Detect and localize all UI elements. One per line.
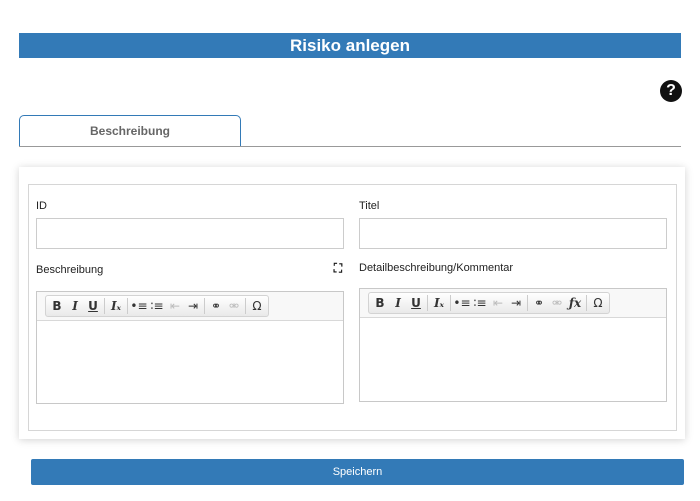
detail-editor: B I U Iₓ •≡ ∶≡ ⇤ ⇥ ⚭ ⚮ ƒx Ω xyxy=(359,288,667,402)
detail-editor-content[interactable] xyxy=(360,318,666,401)
toolbar-separator xyxy=(586,295,587,311)
tab-strip-divider xyxy=(19,146,681,147)
beschreibung-editor-content[interactable] xyxy=(37,321,343,403)
remove-format-button[interactable]: Iₓ xyxy=(430,294,448,312)
toolbar-separator xyxy=(245,298,246,314)
outdent-button[interactable]: ⇤ xyxy=(489,294,507,312)
titel-label: Titel xyxy=(359,200,380,212)
editor-toolbar: B I U Iₓ •≡ ∶≡ ⇤ ⇥ ⚭ ⚮ ƒx Ω xyxy=(360,289,666,318)
toolbar-group-format: B I U Iₓ •≡ ∶≡ ⇤ ⇥ ⚭ ⚮ Ω xyxy=(45,295,269,317)
bullet-list-button[interactable]: •≡ xyxy=(130,297,148,315)
unlink-button[interactable]: ⚮ xyxy=(225,297,243,315)
underline-button[interactable]: U xyxy=(84,297,102,315)
id-input[interactable] xyxy=(36,218,344,249)
special-char-button[interactable]: Ω xyxy=(248,297,266,315)
beschreibung-editor: B I U Iₓ •≡ ∶≡ ⇤ ⇥ ⚭ ⚮ Ω xyxy=(36,291,344,404)
numbered-list-button[interactable]: ∶≡ xyxy=(148,297,166,315)
detail-label: Detailbeschreibung/Kommentar xyxy=(359,262,514,274)
save-button[interactable]: Speichern xyxy=(31,459,684,485)
bullet-list-button[interactable]: •≡ xyxy=(453,294,471,312)
bold-button[interactable]: B xyxy=(371,294,389,312)
page-title: Risiko anlegen xyxy=(19,33,681,58)
expand-icon[interactable]: ⛶ xyxy=(331,261,345,275)
unlink-button[interactable]: ⚮ xyxy=(548,294,566,312)
toolbar-separator xyxy=(127,298,128,314)
toolbar-separator xyxy=(527,295,528,311)
italic-button[interactable]: I xyxy=(389,294,407,312)
toolbar-separator xyxy=(450,295,451,311)
toolbar-group-format: B I U Iₓ •≡ ∶≡ ⇤ ⇥ ⚭ ⚮ ƒx Ω xyxy=(368,292,610,314)
italic-button[interactable]: I xyxy=(66,297,84,315)
remove-format-button[interactable]: Iₓ xyxy=(107,297,125,315)
indent-button[interactable]: ⇥ xyxy=(184,297,202,315)
toolbar-separator xyxy=(427,295,428,311)
beschreibung-label: Beschreibung xyxy=(36,264,104,276)
help-icon[interactable]: ? xyxy=(660,80,682,102)
editor-toolbar: B I U Iₓ •≡ ∶≡ ⇤ ⇥ ⚭ ⚮ Ω xyxy=(37,292,343,321)
indent-button[interactable]: ⇥ xyxy=(507,294,525,312)
link-button[interactable]: ⚭ xyxy=(530,294,548,312)
special-char-button[interactable]: Ω xyxy=(589,294,607,312)
tab-beschreibung[interactable]: Beschreibung xyxy=(19,115,241,146)
toolbar-separator xyxy=(204,298,205,314)
titel-input[interactable] xyxy=(359,218,667,249)
underline-button[interactable]: U xyxy=(407,294,425,312)
toolbar-separator xyxy=(104,298,105,314)
formula-button[interactable]: ƒx xyxy=(566,294,584,312)
id-label: ID xyxy=(36,200,47,212)
numbered-list-button[interactable]: ∶≡ xyxy=(471,294,489,312)
outdent-button[interactable]: ⇤ xyxy=(166,297,184,315)
link-button[interactable]: ⚭ xyxy=(207,297,225,315)
bold-button[interactable]: B xyxy=(48,297,66,315)
